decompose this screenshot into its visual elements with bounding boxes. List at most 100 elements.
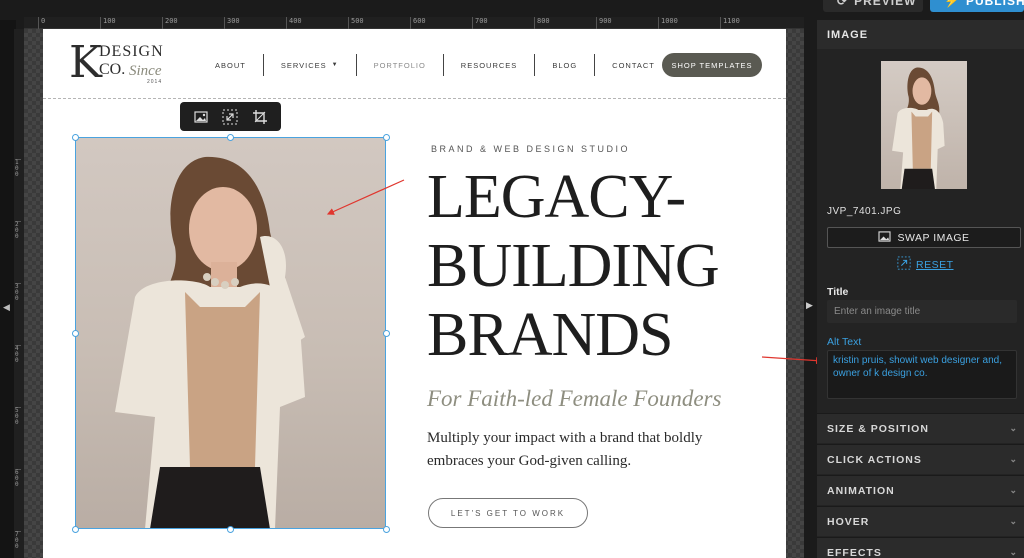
resize-handle[interactable]	[72, 526, 79, 533]
panel-title: IMAGE	[817, 20, 1024, 49]
section-label: CLICK ACTIONS	[827, 453, 922, 466]
resize-handle[interactable]	[72, 330, 79, 337]
fit-to-frame-icon[interactable]	[221, 108, 239, 126]
logo-since: Since	[129, 63, 162, 79]
site-nav: ABOUT SERVICES ▼ PORTFOLIO RESOURCES BLOG…	[198, 54, 672, 76]
section-label: EFFECTS	[827, 546, 882, 558]
preview-label: PREVIEW	[854, 0, 917, 8]
preview-icon: ⟳	[837, 0, 849, 8]
chevron-down-icon: ⌄	[1009, 423, 1018, 433]
hero-subhead[interactable]: For Faith-led Female Founders	[427, 386, 721, 412]
horizontal-ruler: 0 100 200 300 400 500 600 700 800 900 10…	[24, 17, 804, 29]
swap-image-label: SWAP IMAGE	[897, 231, 970, 244]
ruler-tick: 300	[15, 283, 21, 302]
ruler-tick: 600	[15, 469, 21, 488]
logo-k: K	[69, 37, 102, 88]
alt-text-input[interactable]	[827, 350, 1017, 399]
resize-handle[interactable]	[227, 526, 234, 533]
section-label: ANIMATION	[827, 484, 895, 497]
resize-handle[interactable]	[383, 134, 390, 141]
shop-templates-button[interactable]: SHOP TEMPLATES	[662, 53, 762, 77]
nav-item-about[interactable]: ABOUT	[198, 54, 264, 76]
image-title-input[interactable]	[827, 300, 1017, 323]
section-size-position[interactable]: SIZE & POSITION ⌄	[817, 413, 1024, 443]
reset-icon	[897, 256, 911, 273]
ruler-tick: 700	[15, 531, 21, 550]
ruler-tick: 700	[472, 17, 488, 29]
hero-headline[interactable]: LEGACY- BUILDING BRANDS	[427, 163, 767, 370]
nav-label: ABOUT	[215, 60, 246, 70]
title-label: Title	[827, 286, 849, 298]
chevron-down-icon: ⌄	[1009, 547, 1018, 557]
section-effects[interactable]: EFFECTS ⌄	[817, 537, 1024, 558]
hero-body-text[interactable]: Multiply your impact with a brand that b…	[427, 427, 727, 473]
swap-image-button[interactable]: SWAP IMAGE	[827, 227, 1021, 248]
expand-left-panel-icon[interactable]: ◀	[3, 302, 10, 313]
ruler-tick: 900	[596, 17, 612, 29]
site-header: K DESIGN CO. Since 2014 ABOUT SERVICES ▼ …	[43, 29, 786, 99]
nav-item-services[interactable]: SERVICES ▼	[264, 54, 357, 76]
headline-line: BRANDS	[427, 301, 674, 369]
nav-item-contact[interactable]: CONTACT	[595, 54, 672, 76]
publish-label: PUBLISH	[965, 0, 1024, 8]
ruler-tick: 100	[100, 17, 116, 29]
reset-link[interactable]: RESET	[897, 256, 954, 273]
nav-label: RESOURCES	[460, 60, 518, 70]
headline-line: LEGACY-	[427, 163, 686, 231]
collapse-right-panel-icon[interactable]: ▶	[806, 300, 813, 311]
site-logo[interactable]: K DESIGN CO. Since 2014	[69, 39, 179, 91]
section-click-actions[interactable]: CLICK ACTIONS ⌄	[817, 444, 1024, 474]
ruler-tick: 400	[15, 345, 21, 364]
nav-item-blog[interactable]: BLOG	[535, 54, 596, 76]
caret-down-icon: ▼	[331, 62, 339, 68]
resize-handle[interactable]	[72, 134, 79, 141]
chevron-down-icon: ⌄	[1009, 485, 1018, 495]
hero-eyebrow[interactable]: BRAND & WEB DESIGN STUDIO	[431, 144, 630, 154]
nav-item-portfolio[interactable]: PORTFOLIO	[357, 54, 444, 76]
image-icon[interactable]	[192, 108, 210, 126]
headline-line: BUILDING	[427, 232, 720, 300]
resize-handle[interactable]	[383, 330, 390, 337]
nav-item-resources[interactable]: RESOURCES	[444, 54, 536, 76]
nav-label: CONTACT	[612, 60, 655, 70]
lets-get-to-work-button[interactable]: LET'S GET TO WORK	[428, 498, 588, 528]
nav-label: SERVICES	[280, 60, 327, 70]
section-label: HOVER	[827, 515, 870, 528]
reset-label: RESET	[916, 258, 954, 271]
section-label: SIZE & POSITION	[827, 422, 929, 435]
section-animation[interactable]: ANIMATION ⌄	[817, 475, 1024, 505]
ruler-tick: 500	[348, 17, 364, 29]
ruler-tick: 1100	[720, 17, 740, 29]
nav-label: BLOG	[552, 60, 578, 70]
ruler-tick: 0	[38, 17, 45, 29]
preview-button[interactable]: ⟳ PREVIEW	[823, 0, 923, 12]
resize-handle[interactable]	[383, 526, 390, 533]
crop-icon[interactable]	[251, 108, 269, 126]
section-hover[interactable]: HOVER ⌄	[817, 506, 1024, 536]
vertical-ruler: 100 200 300 400 500 600 700	[14, 29, 24, 558]
image-filename: JVP_7401.JPG	[827, 206, 902, 217]
logo-co: CO.	[99, 61, 126, 78]
publish-icon: ⚡	[944, 0, 960, 8]
image-icon	[878, 230, 891, 245]
publish-button[interactable]: ⚡ PUBLISH	[930, 0, 1024, 12]
ruler-tick: 600	[410, 17, 426, 29]
image-thumbnail[interactable]	[881, 61, 967, 189]
chevron-down-icon: ⌄	[1009, 454, 1018, 464]
ruler-tick: 300	[224, 17, 240, 29]
selection-outline	[75, 137, 386, 529]
ruler-tick: 1000	[658, 17, 678, 29]
ruler-tick: 800	[534, 17, 550, 29]
alt-text-label: Alt Text	[827, 336, 862, 348]
ruler-tick: 500	[15, 407, 21, 426]
ruler-tick: 200	[15, 221, 21, 240]
ruler-tick: 100	[15, 159, 21, 178]
logo-year: 2014	[147, 79, 163, 85]
nav-label: PORTFOLIO	[373, 60, 426, 70]
ruler-tick: 200	[162, 17, 178, 29]
logo-design: DESIGN	[99, 43, 164, 60]
page-canvas[interactable]: K DESIGN CO. Since 2014 ABOUT SERVICES ▼ …	[43, 29, 786, 558]
image-settings-panel: IMAGE JVP_7401.JPG SWAP IMAGE RESET Titl…	[817, 20, 1024, 558]
chevron-down-icon: ⌄	[1009, 516, 1018, 526]
resize-handle[interactable]	[227, 134, 234, 141]
